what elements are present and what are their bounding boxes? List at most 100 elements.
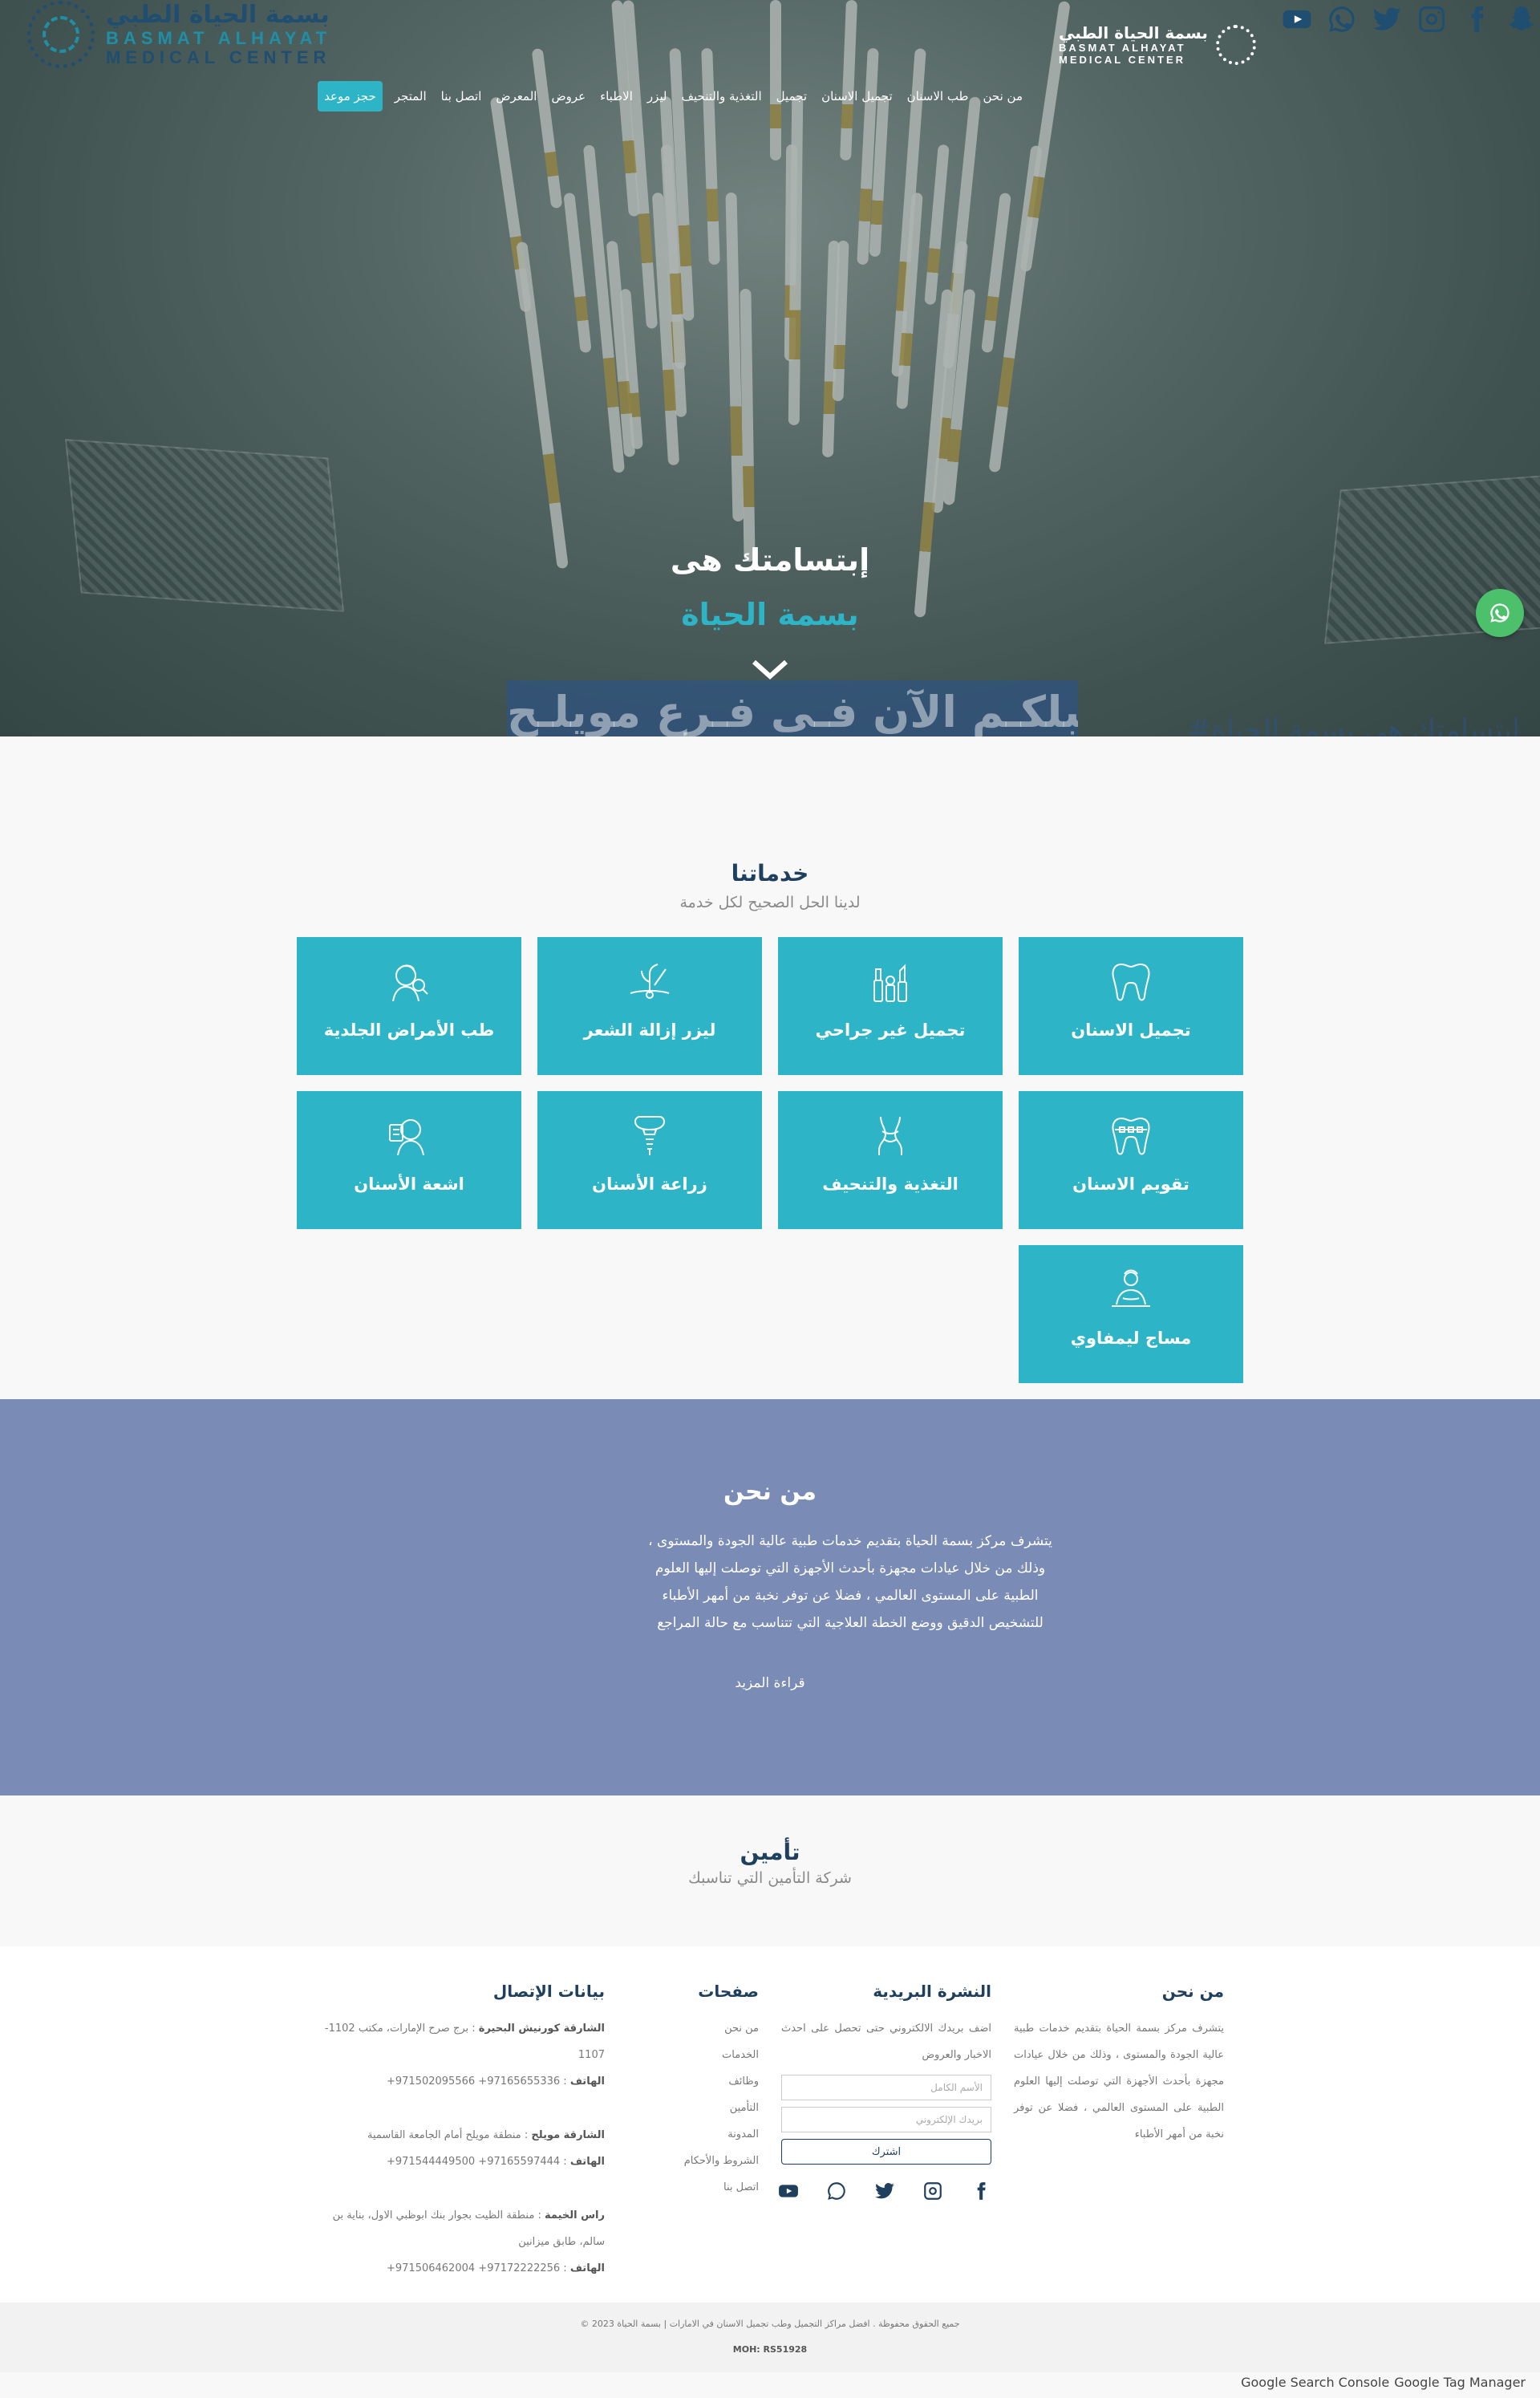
tag-manager-label: Google Tag Manager	[1394, 2375, 1526, 2390]
floating-whatsapp-button[interactable]	[1476, 589, 1524, 637]
service-card-dermatology[interactable]: طب الأمراض الجلدية	[297, 937, 521, 1075]
nav-offers[interactable]: عروض	[544, 89, 593, 103]
service-card-non-surgical[interactable]: تجميل غير جراحي	[778, 937, 1003, 1075]
whatsapp-icon[interactable]	[826, 2181, 847, 2205]
book-appointment-button[interactable]: حجز موعد	[318, 81, 383, 112]
hero-title: إبتسامتك هى	[670, 542, 870, 578]
service-label: مساج ليمفاوي	[1070, 1329, 1192, 1348]
twitter-icon[interactable]	[874, 2181, 895, 2205]
nav-contact[interactable]: اتصل بنا	[434, 89, 489, 103]
snapchat-icon[interactable]	[1503, 2, 1540, 37]
massage-icon	[1112, 1269, 1150, 1307]
nav-dentistry[interactable]: طب الاسنان	[900, 89, 976, 103]
nav-store[interactable]: المتجر	[387, 89, 434, 103]
twitter-icon[interactable]	[1368, 2, 1405, 37]
contact-title: بيانات الإتصال	[492, 1982, 605, 2001]
whatsapp-icon	[1490, 603, 1510, 623]
center-logo[interactable]: بسمة الحياة الطبي BASMAT ALHAYAT MEDICAL…	[1059, 24, 1256, 66]
implant-icon	[634, 1116, 666, 1155]
logo-mark-icon	[27, 1, 95, 68]
youtube-icon[interactable]	[778, 2181, 799, 2205]
whatsapp-icon[interactable]	[1323, 2, 1360, 37]
subscribe-button[interactable]: اشترك	[781, 2139, 991, 2165]
services-subtitle: لدينا الحل الصحيح لكل خدمة	[679, 894, 861, 911]
instagram-icon[interactable]	[922, 2181, 943, 2205]
facebook-icon[interactable]	[1458, 2, 1495, 37]
nav-about[interactable]: من نحن	[976, 89, 1031, 103]
service-label: تقويم الاسنان	[1072, 1175, 1189, 1194]
nav-doctors[interactable]: الاطباء	[593, 89, 640, 103]
insurance-subtitle: شركة التأمين التي تناسبك	[688, 1869, 852, 1887]
nav-cosmetic-dentistry[interactable]: تجميل الاسنان	[814, 89, 900, 103]
footer-link-services[interactable]: الخدمات	[626, 2042, 759, 2068]
logo-arabic: بسمة الحياة الطبي	[106, 1, 330, 29]
hair-laser-icon	[630, 964, 670, 999]
hero-subtitle: بسمة الحياة	[681, 597, 859, 632]
branch-address: راس الخيمة : منطقة الظيت بجوار بنك ابوظب…	[332, 2209, 605, 2248]
service-card-orthodontics[interactable]: تقويم الاسنان	[1019, 1091, 1243, 1229]
footer-newsletter: النشرة البريدية اضف بريدك الالكتروني حتى…	[778, 1982, 991, 2205]
newsletter-text: اضف بريدك الالكتروني حتى تحصل على احدث ا…	[781, 2023, 991, 2061]
tracking-labels: Google Search Console Google Tag Manager	[1241, 2375, 1526, 2390]
social-links	[1279, 2, 1540, 37]
footer-about: من نحن يتشرف مركز بسمة الحياة بتقديم خدم…	[1014, 1982, 1224, 2148]
hero-section: بسمة الحياة الطبي BASMAT ALHAYAT MEDICAL…	[0, 0, 1540, 736]
center-logo-arabic: بسمة الحياة الطبي	[1059, 23, 1208, 43]
nav-nutrition[interactable]: التغذية والتنحيف	[675, 89, 769, 103]
logo-english-2: MEDICAL CENTER	[106, 47, 331, 67]
branch-phones: الهاتف : 97165655336+ 971502095566+	[386, 2075, 605, 2088]
about-title: من نحن	[723, 1478, 817, 1506]
tooth-icon	[1112, 963, 1150, 1001]
about-section: من نحن يتشرف مركز بسمة الحياة بتقديم خدم…	[0, 1399, 1540, 1795]
newsletter-email-input[interactable]: بريدك الإلكتروني	[781, 2107, 991, 2132]
service-label: تجميل الاسنان	[1071, 1020, 1191, 1040]
branch-address: الشارقة مويلح : منطقة مويلح أمام الجامعة…	[367, 2129, 605, 2141]
newsletter-name-input[interactable]: الأسم الكامل	[781, 2075, 991, 2100]
services-section: خدماتنا لدينا الحل الصحيح لكل خدمة تجميل…	[0, 736, 1540, 1399]
footer-link-about[interactable]: من نحن	[626, 2015, 759, 2042]
branch-phones: الهاتف : 97165597444+ 971544449500+	[386, 2156, 605, 2168]
braces-icon	[1112, 1117, 1150, 1155]
site-logo[interactable]: بسمة الحياة الطبي BASMAT ALHAYAT MEDICAL…	[27, 0, 331, 69]
service-label: طب الأمراض الجلدية	[323, 1020, 495, 1040]
footer-pages: صفحات من نحن الخدمات وظائف التأمين المدو…	[626, 1982, 759, 2201]
service-card-xray[interactable]: اشعة الأسنان	[297, 1091, 521, 1229]
service-card-lymphatic-massage[interactable]: مساج ليمفاوي	[1019, 1245, 1243, 1383]
footer: من نحن يتشرف مركز بسمة الحياة بتقديم خدم…	[0, 1946, 1540, 2303]
footer-link-insurance[interactable]: التأمين	[626, 2095, 759, 2121]
newsletter-title: النشرة البريدية	[873, 1982, 991, 2001]
service-card-cosmetic-dentistry[interactable]: تجميل الاسنان	[1019, 937, 1243, 1075]
about-text: يتشرف مركز بسمة الحياة بتقديم خدمات طبية…	[648, 1533, 1052, 1631]
nav-gallery[interactable]: المعرض	[488, 89, 544, 103]
footer-link-jobs[interactable]: وظائف	[626, 2068, 759, 2095]
insurance-title: تأمين	[740, 1839, 800, 1865]
hero-banner: نستقبلكـم الآن فـى فـرع مويلـح	[507, 680, 1078, 736]
service-card-implants[interactable]: زراعة الأسنان	[537, 1091, 762, 1229]
footer-link-terms[interactable]: الشروط والأحكام	[626, 2148, 759, 2174]
insurance-section: تأمين شركة التأمين التي تناسبك	[0, 1795, 1540, 1946]
footer-link-blog[interactable]: المدونة	[626, 2121, 759, 2148]
facebook-icon[interactable]	[971, 2181, 991, 2205]
center-logo-mark-icon	[1215, 25, 1256, 65]
copyright-text: © 2023 جميع الحقوق محفوظة . افضل مراكز ا…	[580, 2319, 960, 2329]
moh-license: MOH: RS51928	[732, 2344, 808, 2355]
footer-link-contact[interactable]: اتصل بنا	[626, 2174, 759, 2201]
instagram-icon[interactable]	[1413, 2, 1450, 37]
branch-phones: الهاتف : 97172222256+ 971506462004+	[386, 2262, 605, 2274]
footer-contact: بيانات الإتصال الشارقة كورنيش البحيرة : …	[314, 1982, 605, 2282]
service-label: زراعة الأسنان	[592, 1175, 707, 1194]
main-nav: من نحن طب الاسنان تجميل الاسنان تجميل ال…	[314, 80, 1030, 112]
branch-address: الشارقة كورنيش البحيرة : برج صرح الإمارا…	[324, 2023, 605, 2061]
footer-about-text: يتشرف مركز بسمة الحياة بتقديم خدمات طبية…	[1014, 2023, 1224, 2140]
nav-laser[interactable]: ليزر	[640, 89, 675, 103]
service-card-nutrition[interactable]: التغذية والتنحيف	[778, 1091, 1003, 1229]
copyright-bar: © 2023 جميع الحقوق محفوظة . افضل مراكز ا…	[0, 2303, 1540, 2372]
logo-english-1: BASMAT ALHAYAT	[106, 28, 332, 48]
center-logo-english-1: BASMAT ALHAYAT	[1059, 42, 1186, 54]
youtube-icon[interactable]	[1279, 2, 1315, 37]
body-slim-icon	[878, 1116, 902, 1155]
read-more-link[interactable]: قراءة المزيد	[0, 1675, 1540, 1691]
service-card-laser-hair[interactable]: ليزر إزالة الشعر	[537, 937, 762, 1075]
service-label: تجميل غير جراحي	[815, 1020, 966, 1040]
nav-cosmetics[interactable]: تجميل	[769, 89, 814, 103]
